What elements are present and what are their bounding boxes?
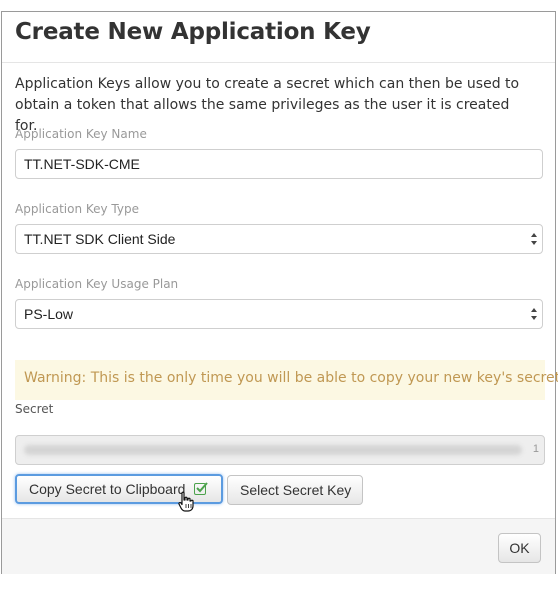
usage-plan-select[interactable]: PS-Low <box>15 299 543 329</box>
secret-text-end: 1 <box>532 443 539 455</box>
hand-pointer-icon <box>178 491 194 512</box>
dialog-footer: OK <box>2 518 555 574</box>
ok-button[interactable]: OK <box>498 533 541 563</box>
key-type-value: TT.NET SDK Client Side <box>24 231 176 247</box>
select-arrows-icon <box>531 308 537 320</box>
obscured-secret-text <box>24 445 522 455</box>
key-type-select[interactable]: TT.NET SDK Client Side <box>15 224 543 254</box>
secret-field[interactable]: 1 <box>15 435 545 465</box>
checkbox-checked-icon <box>194 482 209 495</box>
dialog-title: Create New Application Key <box>15 19 371 45</box>
usage-plan-label: Application Key Usage Plan <box>15 277 179 291</box>
key-name-label: Application Key Name <box>15 127 147 141</box>
select-arrows-icon <box>531 233 537 245</box>
copy-secret-label: Copy Secret to Clipboard <box>29 481 186 497</box>
usage-plan-value: PS-Low <box>24 306 74 322</box>
secret-label: Secret <box>15 402 54 416</box>
select-secret-key-button[interactable]: Select Secret Key <box>227 475 363 505</box>
create-application-key-dialog: Create New Application Key Application K… <box>1 11 558 574</box>
key-type-label: Application Key Type <box>15 202 139 216</box>
dialog-header: Create New Application Key <box>2 12 555 63</box>
warning-alert: Warning: This is the only time you will … <box>15 360 558 400</box>
key-name-input[interactable]: TT.NET-SDK-CME <box>15 149 543 179</box>
